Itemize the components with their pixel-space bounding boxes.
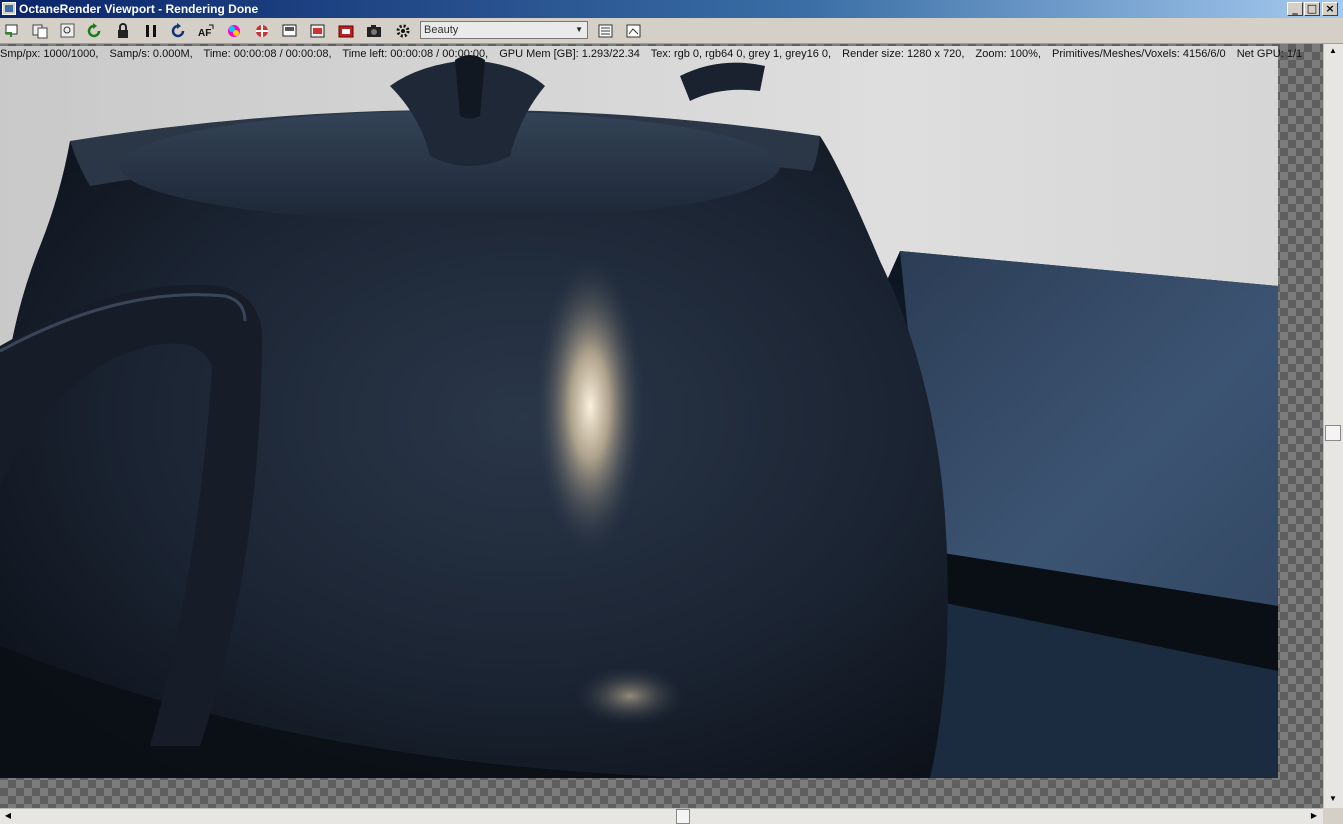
render-status-bar: Smp/px: 1000/1000, Samp/s: 0.000M, Time:… <box>0 46 1343 62</box>
status-samples-per-sec: Samp/s: 0.000M, <box>109 48 193 60</box>
copy-icon[interactable] <box>31 23 49 39</box>
title-bar: OctaneRender Viewport - Rendering Done _… <box>0 0 1343 18</box>
window-title: OctaneRender Viewport - Rendering Done <box>19 2 259 16</box>
chevron-down-icon: ▼ <box>575 25 583 34</box>
save-render-icon[interactable] <box>337 23 355 39</box>
scroll-right-icon[interactable]: ▶ <box>1306 809 1322 823</box>
maximize-button[interactable]: □ <box>1304 2 1320 16</box>
app-window-icon[interactable] <box>2 2 16 15</box>
render-image[interactable] <box>0 46 1278 778</box>
close-button[interactable]: × <box>1322 2 1338 16</box>
vertical-scroll-thumb[interactable] <box>1325 425 1341 441</box>
render-pass-value: Beauty <box>424 24 459 36</box>
color-picker-icon[interactable] <box>225 23 243 39</box>
list-view-icon[interactable] <box>597 23 615 39</box>
reset-camera-icon[interactable] <box>170 23 188 39</box>
scrollbar-corner <box>1323 808 1343 824</box>
status-render-size: Render size: 1280 x 720, <box>842 48 965 60</box>
lock-icon[interactable] <box>114 23 132 39</box>
status-gpu-mem: GPU Mem [GB]: 1.293/22.34 <box>499 48 640 60</box>
image-view-icon[interactable] <box>625 23 643 39</box>
autofocus-icon[interactable]: AF <box>197 23 215 39</box>
camera-snapshot-icon[interactable] <box>365 23 383 39</box>
status-textures: Tex: rgb 0, rgb64 0, grey 1, grey16 0, <box>650 48 832 60</box>
toolbar: AF Beauty ▼ <box>0 18 1343 44</box>
region-render-icon[interactable] <box>281 23 299 39</box>
clay-mode-icon[interactable] <box>253 23 271 39</box>
status-net-gpu: Net GPU: 1/1 <box>1236 48 1303 60</box>
status-zoom: Zoom: 100%, <box>975 48 1041 60</box>
status-primitives: Primitives/Meshes/Voxels: 4156/6/0 <box>1052 48 1226 60</box>
minimize-button[interactable]: _ <box>1287 2 1303 16</box>
svg-text:AF: AF <box>198 28 211 39</box>
horizontal-scrollbar[interactable]: ◀ ▶ <box>0 808 1323 824</box>
status-time-left: Time left: 00:00:08 / 00:00:00, <box>342 48 489 60</box>
film-region-icon[interactable] <box>309 23 327 39</box>
settings-gear-icon[interactable] <box>394 23 412 39</box>
render-pass-select[interactable]: Beauty ▼ <box>420 21 588 39</box>
status-samples: Smp/px: 1000/1000, <box>0 48 99 60</box>
restart-render-icon[interactable] <box>86 23 104 39</box>
vertical-scrollbar[interactable]: ▲ ▼ <box>1323 44 1343 808</box>
pause-icon[interactable] <box>142 23 160 39</box>
scroll-down-icon[interactable]: ▼ <box>1325 792 1341 806</box>
zoom-icon[interactable] <box>59 23 77 39</box>
scroll-left-icon[interactable]: ◀ <box>0 809 16 823</box>
horizontal-scroll-thumb[interactable] <box>676 809 690 824</box>
send-scene-icon[interactable] <box>3 23 21 39</box>
status-time: Time: 00:00:08 / 00:00:08, <box>203 48 332 60</box>
